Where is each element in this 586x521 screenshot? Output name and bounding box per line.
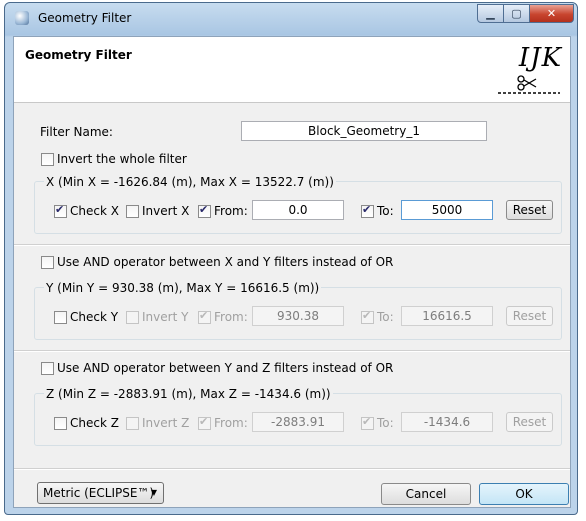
maximize-icon: ▢ [511, 7, 522, 20]
check-y-label: Check Y [70, 310, 119, 324]
invert-x-label: Invert X [142, 204, 190, 218]
ok-button[interactable]: OK [479, 483, 569, 505]
z-range-label: Z (Min Z = -2883.91 (m), Max Z = -1434.6… [44, 387, 333, 401]
chevron-down-icon: ▼ [150, 488, 157, 497]
filter-name-label: Filter Name: [40, 125, 113, 139]
units-dropdown-value: Metric (ECLIPSE™) [43, 486, 155, 500]
from-x-input[interactable]: 0.0 [252, 200, 344, 220]
scissors-icon [498, 75, 560, 94]
invert-z-checkbox [126, 417, 139, 430]
and-xy-checkbox[interactable] [41, 256, 54, 269]
check-x-checkbox[interactable] [54, 203, 67, 218]
invert-y-checkbox [126, 311, 139, 324]
and-yz-label: Use AND operator between Y and Z filters… [57, 361, 394, 375]
invert-x-checkbox[interactable] [126, 205, 139, 218]
close-button[interactable]: ✕ [529, 4, 574, 23]
to-y-label: To: [377, 310, 394, 324]
to-y-checkbox [361, 309, 374, 324]
filter-name-input[interactable]: Block_Geometry_1 [241, 121, 487, 141]
from-y-label: From: [214, 310, 248, 324]
check-z-checkbox[interactable] [54, 417, 67, 430]
geometry-filter-window: Geometry Filter ▁ ▢ ✕ Geometry Filter IJ… [4, 2, 578, 515]
to-y-input: 16616.5 [401, 306, 493, 326]
invert-y-label: Invert Y [142, 310, 189, 324]
to-z-checkbox [361, 415, 374, 430]
check-z-label: Check Z [70, 416, 119, 430]
units-dropdown[interactable]: Metric (ECLIPSE™) ▼ [37, 482, 164, 504]
minimize-icon: ▁ [486, 7, 495, 20]
from-y-input: 930.38 [252, 306, 344, 326]
and-xy-label: Use AND operator between X and Y filters… [57, 255, 394, 269]
dialog-body: Geometry Filter IJK Filter Name: Block_G… [13, 36, 571, 508]
invert-whole-checkbox[interactable] [41, 153, 54, 166]
check-x-label: Check X [70, 204, 119, 218]
to-x-input[interactable]: 5000 [401, 200, 493, 220]
from-y-checkbox [198, 309, 211, 324]
reset-y-button: Reset [506, 306, 553, 326]
from-z-checkbox [198, 415, 211, 430]
to-x-label: To: [377, 204, 394, 218]
close-icon: ✕ [546, 7, 557, 20]
reset-z-button: Reset [506, 412, 553, 432]
from-x-label: From: [214, 204, 248, 218]
header-title: Geometry Filter [25, 48, 132, 62]
reset-x-button[interactable]: Reset [506, 200, 553, 220]
ijk-logo: IJK [496, 43, 562, 97]
minimize-button[interactable]: ▁ [477, 4, 504, 23]
x-range-label: X (Min X = -1626.84 (m), Max X = 13522.7… [44, 175, 336, 189]
from-z-input: -2883.91 [252, 412, 344, 432]
maximize-button[interactable]: ▢ [503, 4, 530, 23]
dialog-header: Geometry Filter IJK [14, 37, 570, 103]
check-y-checkbox[interactable] [54, 311, 67, 324]
separator [14, 244, 570, 246]
separator [14, 468, 570, 470]
to-x-checkbox[interactable] [361, 203, 374, 218]
filter-app-icon [15, 11, 29, 25]
from-z-label: From: [214, 416, 248, 430]
title-bar[interactable]: Geometry Filter ▁ ▢ ✕ [5, 3, 577, 33]
cancel-button[interactable]: Cancel [381, 483, 471, 505]
separator [14, 350, 570, 352]
invert-z-label: Invert Z [142, 416, 190, 430]
from-x-checkbox[interactable] [198, 203, 211, 218]
invert-whole-label: Invert the whole filter [57, 152, 187, 166]
to-z-label: To: [377, 416, 394, 430]
and-yz-checkbox[interactable] [41, 362, 54, 375]
window-title: Geometry Filter [38, 11, 132, 25]
y-range-label: Y (Min Y = 930.38 (m), Max Y = 16616.5 (… [44, 281, 322, 295]
to-z-input: -1434.6 [401, 412, 493, 432]
